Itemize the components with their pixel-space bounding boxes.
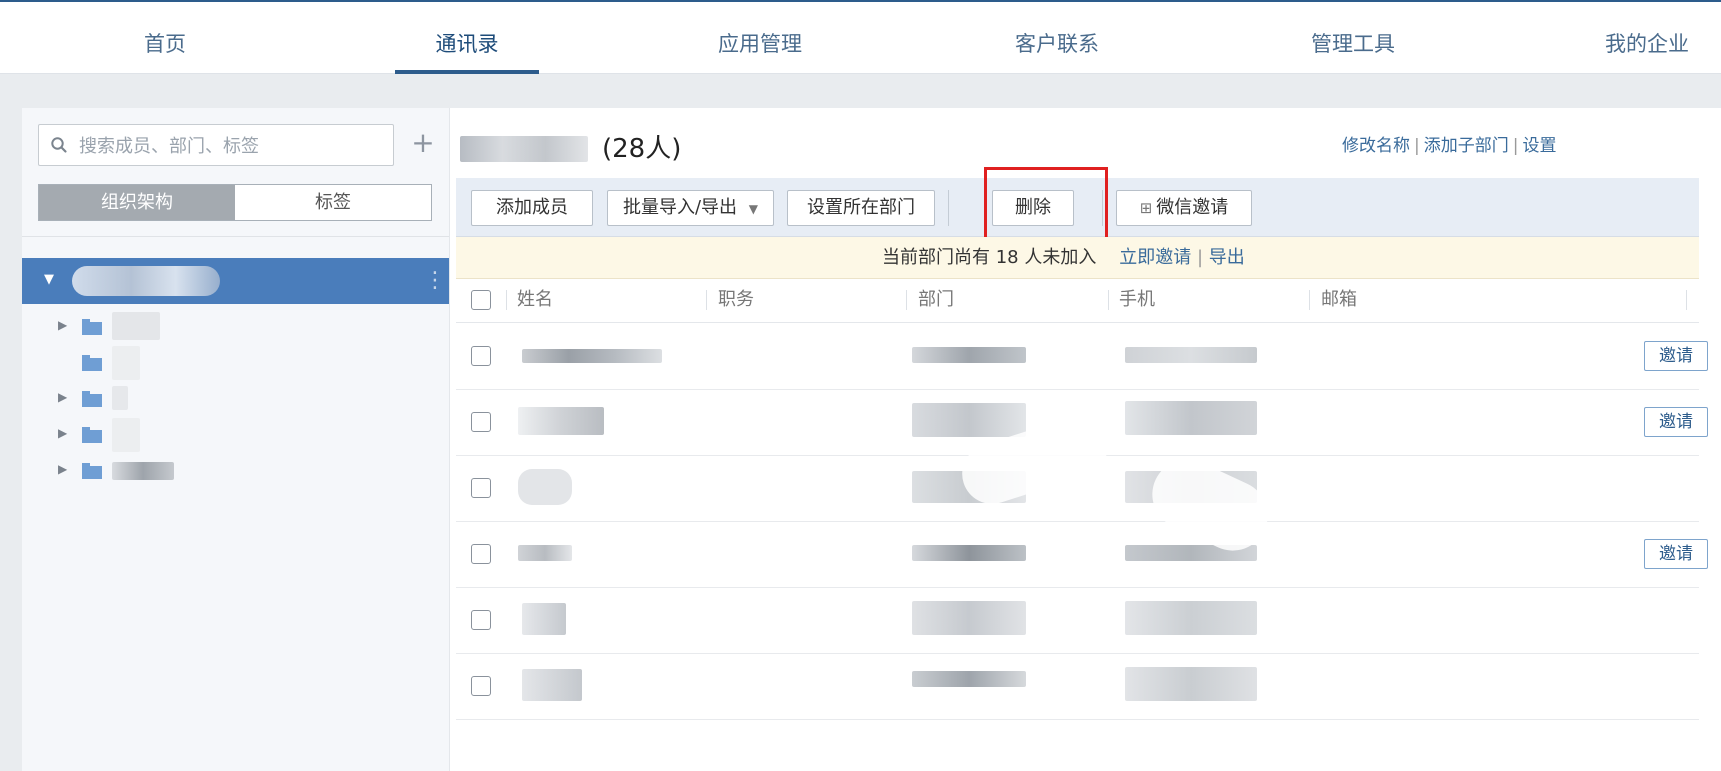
nav-active-indicator <box>395 70 539 74</box>
nav-customer-contact[interactable]: 客户联系 <box>977 2 1137 74</box>
toolbar-divider <box>1102 190 1103 226</box>
redacted-name <box>522 349 662 363</box>
folder-icon <box>82 427 102 443</box>
tab-org-structure[interactable]: 组织架构 <box>39 185 235 220</box>
invite-button[interactable]: 邀请 <box>1644 407 1708 437</box>
invite-button[interactable]: 邀请 <box>1644 539 1708 569</box>
table-row[interactable]: 邀请 <box>456 521 1708 588</box>
table-row[interactable]: 邀请 <box>456 323 1708 390</box>
redacted-phone <box>1125 401 1257 435</box>
redacted-department-name <box>72 266 220 296</box>
row-checkbox[interactable] <box>471 346 491 366</box>
redacted-name <box>518 545 572 561</box>
wechat-invite-button[interactable]: ⊞ 微信邀请 <box>1116 190 1252 226</box>
search-box <box>38 124 394 166</box>
redacted-text <box>112 462 174 480</box>
column-header-email[interactable]: 邮箱 <box>1321 278 1357 322</box>
folder-icon <box>82 355 102 371</box>
export-link[interactable]: 导出 <box>1209 247 1245 268</box>
select-all-checkbox[interactable] <box>471 290 491 310</box>
redacted-text <box>112 418 140 452</box>
folder-icon <box>82 319 102 335</box>
nav-my-enterprise[interactable]: 我的企业 <box>1567 2 1721 74</box>
redacted-phone <box>1125 601 1257 635</box>
redacted-text <box>112 386 128 410</box>
tree-root-department[interactable]: ▼ ⋮ <box>22 258 449 304</box>
divider <box>22 236 449 237</box>
qr-code-icon: ⊞ <box>1139 199 1153 217</box>
redacted-department <box>912 601 1026 635</box>
search-input[interactable] <box>77 131 381 161</box>
sidebar: + 组织架构 标签 ▼ ⋮ ▶ ▶ ▶ <box>22 108 450 771</box>
tab-tags[interactable]: 标签 <box>235 185 431 220</box>
chevron-down-icon: ▼ <box>748 202 759 216</box>
top-nav: 首页 通讯录 应用管理 客户联系 管理工具 我的企业 <box>0 0 1721 74</box>
row-checkbox[interactable] <box>471 676 491 696</box>
column-header-phone[interactable]: 手机 <box>1119 278 1155 322</box>
sidebar-tabs: 组织架构 标签 <box>38 184 432 221</box>
row-checkbox[interactable] <box>471 544 491 564</box>
caret-right-icon[interactable]: ▶ <box>58 462 67 476</box>
toolbar-divider <box>948 190 949 226</box>
redacted-text <box>112 346 140 380</box>
invite-now-link[interactable]: 立即邀请 <box>1119 247 1191 268</box>
caret-down-icon[interactable]: ▼ <box>44 272 54 287</box>
add-sub-department-link[interactable]: 添加子部门 <box>1424 136 1509 156</box>
search-icon <box>51 137 67 153</box>
unjoined-notice-bar: 当前部门尚有 18 人未加入 立即邀请 | 导出 <box>456 237 1699 279</box>
wechat-invite-label: 微信邀请 <box>1156 197 1229 218</box>
add-member-button[interactable]: 添加成员 <box>471 190 593 226</box>
tree-node[interactable]: ▶ <box>22 310 449 344</box>
notice-text: 当前部门尚有 18 人未加入 <box>882 247 1097 268</box>
table-header: 姓名 职务 部门 手机 邮箱 <box>456 278 1699 323</box>
redacted-phone <box>1125 667 1257 701</box>
delete-button[interactable]: 删除 <box>992 190 1074 226</box>
caret-right-icon[interactable]: ▶ <box>58 390 67 404</box>
caret-right-icon[interactable]: ▶ <box>58 426 67 440</box>
nav-home[interactable]: 首页 <box>85 2 245 74</box>
caret-right-icon[interactable]: ▶ <box>58 318 67 332</box>
department-member-count: (28人) <box>602 134 682 164</box>
row-checkbox[interactable] <box>471 610 491 630</box>
notice-separator: | <box>1196 247 1204 268</box>
nav-contacts[interactable]: 通讯录 <box>387 2 547 74</box>
rename-department-link[interactable]: 修改名称 <box>1342 136 1410 156</box>
row-checkbox[interactable] <box>471 412 491 432</box>
tree-node[interactable]: ▶ <box>22 454 449 488</box>
row-checkbox[interactable] <box>471 478 491 498</box>
tree-node[interactable]: ▶ <box>22 418 449 452</box>
redacted-department-title <box>460 136 588 162</box>
column-header-name[interactable]: 姓名 <box>517 278 553 322</box>
invite-button[interactable]: 邀请 <box>1644 341 1708 371</box>
redacted-phone <box>1125 347 1257 363</box>
table-row[interactable] <box>456 587 1699 654</box>
tree-node[interactable] <box>22 346 449 380</box>
redacted-department <box>912 347 1026 363</box>
set-department-button[interactable]: 设置所在部门 <box>787 190 935 226</box>
batch-import-export-label: 批量导入/导出 <box>622 197 738 218</box>
redacted-department <box>912 403 1026 437</box>
redacted-name <box>522 603 566 635</box>
folder-icon <box>82 391 102 407</box>
redacted-department <box>912 545 1026 561</box>
table-row[interactable] <box>456 653 1699 720</box>
batch-import-export-button[interactable]: 批量导入/导出 ▼ <box>607 190 774 226</box>
plus-icon[interactable]: + <box>406 126 440 160</box>
redacted-name <box>518 407 604 435</box>
tree-node[interactable]: ▶ <box>22 382 449 416</box>
folder-icon <box>82 463 102 479</box>
redacted-department <box>912 671 1026 687</box>
column-header-department[interactable]: 部门 <box>918 278 954 322</box>
settings-link[interactable]: 设置 <box>1522 136 1556 156</box>
member-toolbar: 添加成员 批量导入/导出 ▼ 设置所在部门 删除 ⊞ 微信邀请 <box>456 178 1699 237</box>
redacted-name <box>522 669 582 701</box>
department-actions: 修改名称 | 添加子部门 | 设置 <box>1342 136 1557 156</box>
nav-management-tools[interactable]: 管理工具 <box>1273 2 1433 74</box>
nav-app-management[interactable]: 应用管理 <box>680 2 840 74</box>
column-header-position[interactable]: 职务 <box>718 278 754 322</box>
redacted-text <box>112 312 160 340</box>
more-vertical-icon[interactable]: ⋮ <box>424 267 446 295</box>
redacted-name <box>518 469 572 505</box>
